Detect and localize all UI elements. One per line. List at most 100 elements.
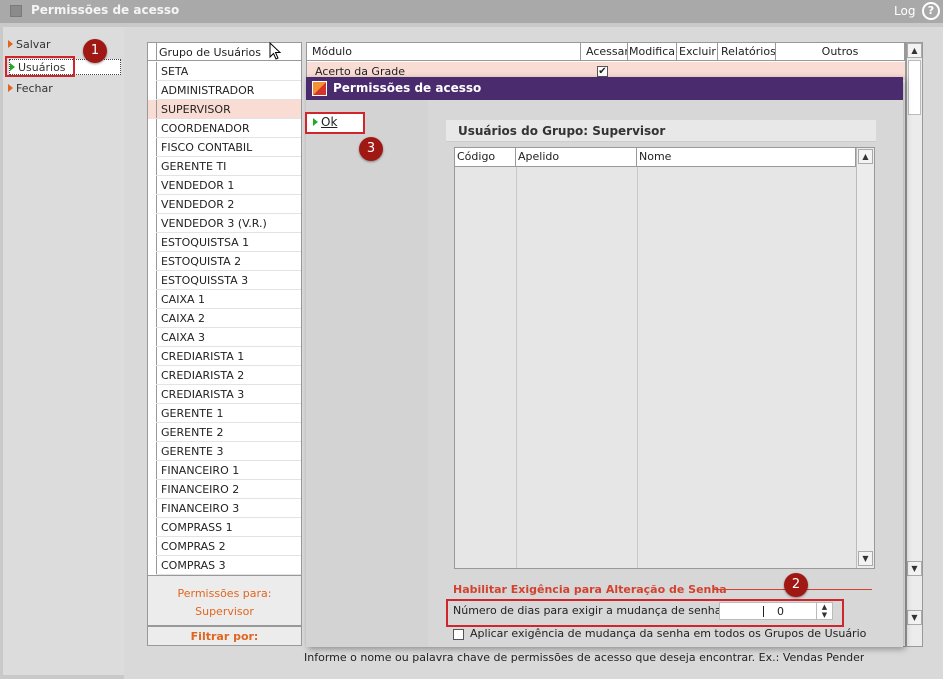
list-item[interactable]: FISCO CONTABIL [148, 138, 301, 157]
filter-box: Filtrar por: [147, 626, 302, 646]
col-module[interactable]: Módulo [307, 43, 581, 61]
dialog-title: Permissões de acesso [333, 81, 482, 95]
list-item[interactable]: COORDENADOR [148, 119, 301, 138]
close-label: Fechar [16, 82, 53, 95]
group-name: ESTOQUISTA 2 [161, 255, 242, 268]
modules-scrollbar[interactable]: ▲ ▼ ▼ [906, 42, 923, 647]
list-item[interactable]: SETA [148, 62, 301, 81]
list-item[interactable]: VENDEDOR 1 [148, 176, 301, 195]
group-name: ESTOQUISSTA 3 [161, 274, 249, 287]
scroll-up-icon[interactable]: ▲ [907, 43, 922, 58]
list-item[interactable]: ESTOQUISTSA 1 [148, 233, 301, 252]
col-code[interactable]: Código [455, 148, 516, 167]
group-name: COMPRAS 2 [161, 540, 226, 553]
save-button[interactable]: Salvar [8, 37, 51, 53]
step-badge-2: 2 [784, 573, 808, 597]
group-name: GERENTE 1 [161, 407, 224, 420]
group-name: SUPERVISOR [161, 103, 231, 116]
list-item[interactable]: CREDIARISTA 2 [148, 366, 301, 385]
window-title: Permissões de acesso [31, 3, 180, 17]
highlight-box-days [446, 599, 844, 627]
scroll-thumb[interactable] [908, 60, 921, 115]
triangle-icon [8, 40, 13, 48]
scroll-up-icon[interactable]: ▲ [858, 149, 873, 164]
apply-all-label[interactable]: Aplicar exigência de mudança da senha em… [470, 627, 866, 640]
log-link[interactable]: Log [894, 4, 915, 18]
list-item[interactable]: ADMINISTRADOR [148, 81, 301, 100]
dialog-title-bar: Permissões de acesso [306, 77, 903, 100]
group-name: VENDEDOR 3 (V.R.) [161, 217, 267, 230]
group-name: CREDIARISTA 3 [161, 388, 245, 401]
list-item[interactable]: COMPRAS 2 [148, 537, 301, 556]
group-users-title: Usuários do Grupo: Supervisor [458, 124, 666, 138]
group-users-panel-header: Usuários do Grupo: Supervisor [446, 120, 876, 142]
list-item[interactable]: ESTOQUISTA 2 [148, 252, 301, 271]
group-name: COMPRASS 1 [161, 521, 233, 534]
app-icon [10, 5, 22, 17]
list-item[interactable]: VENDEDOR 2 [148, 195, 301, 214]
col-reports[interactable]: Relatórios [718, 43, 776, 61]
cursor-icon [269, 42, 282, 60]
list-item[interactable]: VENDEDOR 3 (V.R.) [148, 214, 301, 233]
col-access[interactable]: Acessar [581, 43, 628, 61]
password-section-title: Habilitar Exigência para Alteração de Se… [453, 583, 727, 596]
user-groups-list: Grupo de Usuários SETA ADMINISTRADOR SUPER… [147, 42, 302, 576]
close-button[interactable]: Fechar [8, 81, 53, 97]
group-name: GERENTE TI [161, 160, 227, 173]
scroll-down-icon[interactable]: ▼ [907, 561, 922, 576]
group-name: VENDEDOR 1 [161, 179, 235, 192]
help-icon[interactable]: ? [922, 2, 940, 20]
group-name: GERENTE 2 [161, 426, 224, 439]
group-name: SETA [161, 65, 189, 78]
list-item[interactable]: CAIXA 3 [148, 328, 301, 347]
group-name: FINANCEIRO 3 [161, 502, 240, 515]
permissions-for-box: Permissões para: Supervisor [147, 576, 302, 626]
group-name: CAIXA 1 [161, 293, 206, 306]
group-users-grid: Código Apelido Nome ▲ ▼ [454, 147, 875, 569]
list-item[interactable]: ESTOQUISSTA 3 [148, 271, 301, 290]
list-item[interactable]: COMPRAS 3 [148, 556, 301, 575]
list-item[interactable]: CREDIARISTA 3 [148, 385, 301, 404]
list-item[interactable]: GERENTE 2 [148, 423, 301, 442]
list-item[interactable]: CAIXA 2 [148, 309, 301, 328]
col-name[interactable]: Nome [637, 148, 856, 167]
search-hint: Informe o nome ou palavra chave de permi… [304, 651, 864, 664]
list-item[interactable]: COMPRASS 1 [148, 518, 301, 537]
permissions-for-label: Permissões para: [177, 587, 272, 600]
group-name: CREDIARISTA 1 [161, 350, 245, 363]
scroll-down-icon[interactable]: ▼ [858, 551, 873, 566]
group-name: FISCO CONTABIL [161, 141, 253, 154]
highlight-box-ok [305, 112, 365, 134]
list-item[interactable]: GERENTE 3 [148, 442, 301, 461]
apply-all-checkbox[interactable] [453, 629, 464, 640]
list-item[interactable]: FINANCEIRO 1 [148, 461, 301, 480]
dialog-side-panel [306, 100, 428, 647]
list-item[interactable]: CREDIARISTA 1 [148, 347, 301, 366]
highlight-box-users [5, 56, 75, 77]
groups-header-label: Grupo de Usuários [159, 46, 262, 59]
col-modify[interactable]: Modifica [628, 43, 677, 61]
col-others[interactable]: Outros [776, 43, 905, 61]
col-nickname[interactable]: Apelido [516, 148, 637, 167]
permissions-dialog: Permissões de acesso Ok Usuários do Grup… [306, 77, 903, 647]
list-item[interactable]: CAIXA 1 [148, 290, 301, 309]
access-checkbox[interactable]: ✔ [597, 66, 608, 77]
col-delete[interactable]: Excluir [677, 43, 718, 61]
list-item[interactable]: GERENTE 1 [148, 404, 301, 423]
actions-panel [3, 27, 124, 675]
list-item[interactable]: SUPERVISOR [148, 100, 301, 119]
app-logo-icon [312, 81, 327, 96]
list-item[interactable]: GERENTE TI [148, 157, 301, 176]
list-item[interactable]: FINANCEIRO 3 [148, 499, 301, 518]
group-name: ESTOQUISTSA 1 [161, 236, 250, 249]
scroll-down-icon[interactable]: ▼ [907, 610, 922, 625]
users-scrollbar[interactable]: ▲ ▼ [856, 148, 874, 568]
group-name: FINANCEIRO 2 [161, 483, 240, 496]
group-name: FINANCEIRO 1 [161, 464, 240, 477]
group-name: GERENTE 3 [161, 445, 224, 458]
window-title-bar: Permissões de acesso Log ? [0, 0, 943, 23]
permissions-for-value: Supervisor [195, 605, 254, 618]
step-badge-1: 1 [83, 39, 107, 63]
list-item[interactable]: FINANCEIRO 2 [148, 480, 301, 499]
group-name: VENDEDOR 2 [161, 198, 235, 211]
